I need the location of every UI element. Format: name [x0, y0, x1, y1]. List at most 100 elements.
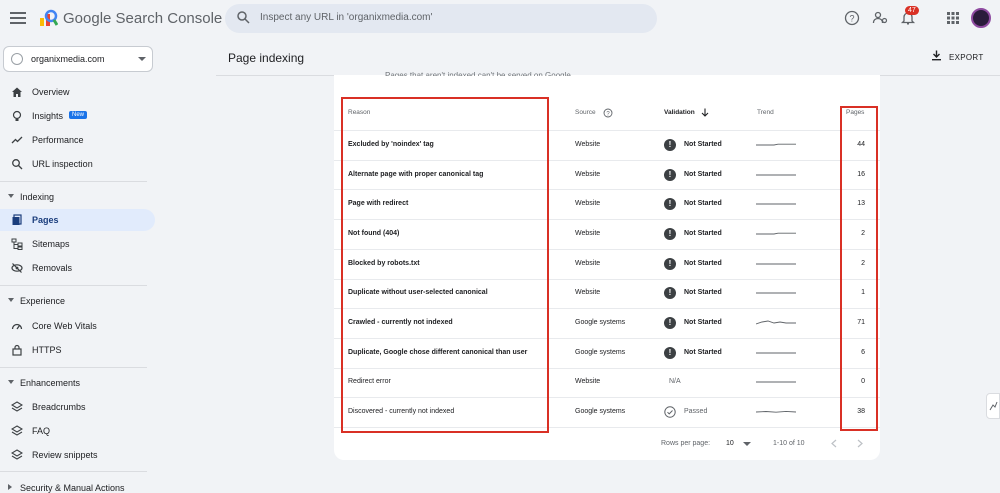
nav-label: URL inspection	[32, 159, 93, 169]
help-icon[interactable]: ?	[844, 10, 860, 26]
divider	[0, 181, 147, 182]
nav-label: Review snippets	[32, 450, 98, 460]
source-cell: Website	[575, 140, 601, 148]
nav-core-web-vitals[interactable]: Core Web Vitals	[0, 315, 155, 337]
source-cell: Google systems	[575, 408, 626, 416]
section-indexing[interactable]: Indexing	[0, 187, 155, 207]
previous-page-icon[interactable]	[830, 439, 838, 448]
nav-https[interactable]: HTTPS	[0, 339, 155, 361]
trend-sparkline	[756, 381, 796, 383]
home-icon	[12, 87, 22, 97]
download-icon	[932, 50, 941, 61]
manage-users-icon[interactable]	[872, 10, 888, 26]
trend-sparkline	[756, 263, 796, 265]
nav-breadcrumbs[interactable]: Breadcrumbs	[0, 396, 155, 418]
notification-badge: 47	[905, 6, 919, 15]
export-label: EXPORT	[949, 53, 984, 62]
source-cell: Google systems	[575, 348, 626, 356]
section-experience[interactable]: Experience	[0, 291, 155, 311]
nav-url-inspection[interactable]: URL inspection	[0, 153, 155, 175]
section-label: Experience	[20, 296, 66, 306]
search-icon	[12, 159, 23, 170]
validation-status: Not Started	[684, 170, 722, 178]
source-cell: Website	[575, 200, 601, 208]
trend-sparkline	[756, 352, 796, 354]
chevron-down-icon[interactable]	[743, 442, 751, 447]
source-cell: Website	[575, 170, 601, 178]
section-label: Enhancements	[20, 378, 81, 388]
next-page-icon[interactable]	[856, 439, 864, 448]
trend-sparkline	[756, 232, 796, 235]
search-placeholder: Inspect any URL in 'organixmedia.com'	[260, 12, 433, 23]
trend-sparkline	[756, 292, 796, 294]
section-security[interactable]: Security & Manual Actions	[0, 478, 155, 493]
nav-label: Pages	[32, 215, 59, 225]
col-trend: Trend	[757, 109, 774, 116]
validation-status: Not Started	[684, 348, 722, 356]
section-label: Indexing	[20, 192, 55, 202]
validation-status: Not Started	[684, 229, 722, 237]
reason-column-highlight	[341, 97, 549, 433]
chart-icon	[989, 401, 998, 411]
nav-pages[interactable]: Pages	[0, 209, 155, 231]
layers-icon	[11, 425, 23, 436]
rows-per-page-select[interactable]: 10	[726, 440, 734, 447]
top-bar: Google Search Console Inspect any URL in…	[0, 0, 1000, 38]
caret-right-icon	[8, 484, 12, 490]
rows-per-page-label: Rows per page:	[661, 440, 711, 447]
feedback-tab[interactable]	[986, 393, 1000, 419]
section-enhancements[interactable]: Enhancements	[0, 373, 155, 393]
nav-label: Breadcrumbs	[32, 402, 86, 412]
sitemap-icon	[11, 238, 23, 250]
col-source[interactable]: Source	[575, 109, 596, 116]
property-selector[interactable]: organixmedia.com	[3, 46, 153, 72]
lightbulb-icon	[12, 110, 22, 121]
pages-icon	[12, 214, 22, 225]
alert-icon: !	[664, 227, 676, 240]
nav-removals[interactable]: Removals	[0, 257, 155, 279]
help-icon[interactable]: ?	[603, 108, 613, 118]
layers-icon	[11, 449, 23, 460]
nav-performance[interactable]: Performance	[0, 129, 155, 151]
trend-sparkline	[756, 143, 796, 146]
alert-icon: !	[664, 257, 676, 270]
caret-down-icon	[8, 298, 14, 302]
menu-icon[interactable]	[10, 10, 26, 26]
validation-status: Passed	[684, 408, 708, 416]
col-validation[interactable]: Validation	[664, 109, 695, 116]
nav-faq[interactable]: FAQ	[0, 420, 155, 442]
account-avatar[interactable]	[971, 8, 991, 28]
nav-sitemaps[interactable]: Sitemaps	[0, 233, 155, 255]
nav-label: Core Web Vitals	[32, 321, 97, 331]
alert-icon: !	[664, 168, 676, 181]
nav-overview[interactable]: Overview	[0, 81, 155, 103]
trending-icon	[11, 136, 23, 144]
property-name: organixmedia.com	[31, 54, 105, 64]
sort-arrow-down-icon[interactable]	[701, 108, 709, 117]
removals-icon	[11, 263, 23, 273]
alert-icon: !	[664, 346, 676, 359]
nav-label: Performance	[32, 135, 84, 145]
section-label: Security & Manual Actions	[20, 483, 125, 493]
svg-text:?: ?	[849, 14, 854, 24]
trend-sparkline	[756, 411, 796, 413]
url-inspection-search[interactable]: Inspect any URL in 'organixmedia.com'	[225, 4, 657, 33]
pages-column-highlight	[840, 106, 878, 431]
property-icon	[11, 53, 23, 65]
validation-status: Not Started	[684, 319, 722, 327]
layers-icon	[11, 401, 23, 412]
nav-insights[interactable]: Insights New	[0, 105, 155, 127]
apps-grid-icon[interactable]	[945, 10, 961, 26]
validation-status: N/A	[669, 378, 681, 386]
validation-status: Not Started	[684, 259, 722, 267]
source-cell: Website	[575, 289, 601, 297]
trend-sparkline	[756, 320, 796, 325]
search-console-logo-icon	[40, 9, 58, 26]
source-cell: Website	[575, 229, 601, 237]
nav-label: Sitemaps	[32, 239, 70, 249]
nav-label: Insights	[32, 111, 64, 121]
nav-review-snippets[interactable]: Review snippets	[0, 444, 155, 466]
caret-down-icon	[8, 194, 14, 198]
source-cell: Website	[575, 259, 601, 267]
nav-label: FAQ	[32, 426, 51, 436]
